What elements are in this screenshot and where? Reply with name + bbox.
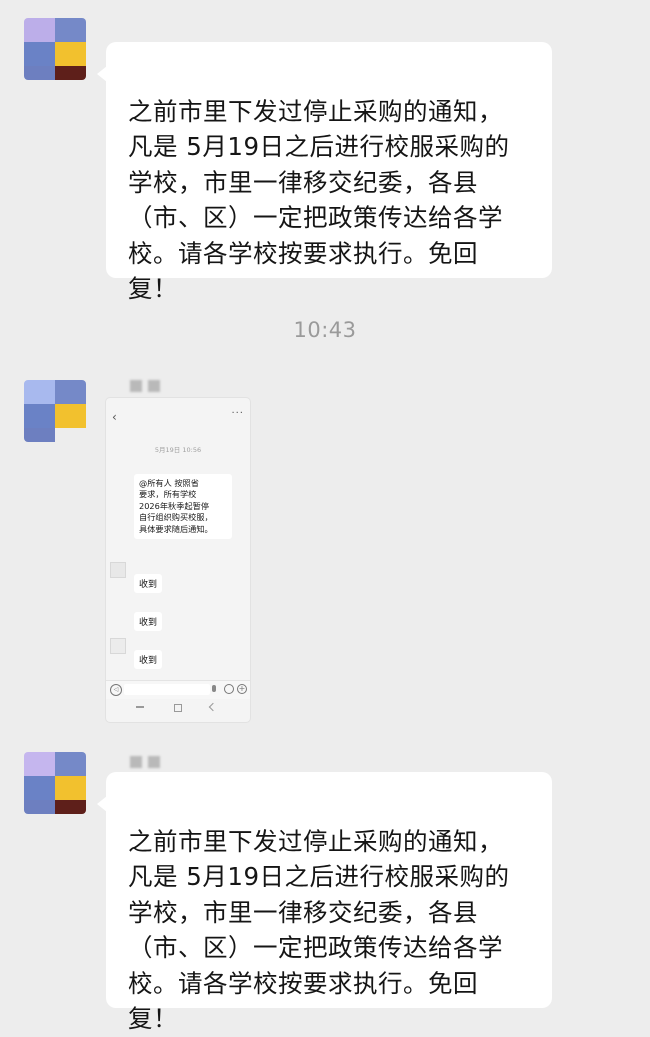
sender-name-blurred [130,756,160,768]
screenshot-input-field [124,684,210,695]
image-message[interactable]: ‹ ··· 5月19日 10:56 @所有人 按照省 要求，所有学校 2026年… [106,398,250,722]
screenshot-notice-bubble: @所有人 按照省 要求，所有学校 2026年秋季起暂停 自行组织购买校服， 具体… [134,474,232,540]
message-bubble[interactable]: 之前市里下发过停止采购的通知， 凡是 5月19日之后进行校服采购的 学校，市里一… [97,772,552,1033]
message-timestamp: 10:43 [293,318,357,342]
nav-menu-icon [136,706,144,708]
emoji-icon [224,684,234,694]
avatar[interactable] [24,752,86,814]
screenshot-avatar [110,638,126,654]
screenshot-timestamp: 5月19日 10:56 [154,446,202,454]
screenshot-reply: 收到 [134,650,163,669]
mic-icon [212,685,216,692]
message-text: 之前市里下发过停止采购的通知， 凡是 5月19日之后进行校服采购的 学校，市里一… [128,96,510,304]
sender-name-blurred [130,380,160,392]
message-bubble[interactable]: 之前市里下发过停止采购的通知， 凡是 5月19日之后进行校服采购的 学校，市里一… [97,42,552,303]
screenshot-reply: 收到 [134,574,163,593]
screenshot-reply: 收到 [134,612,163,631]
plus-icon: + [237,684,247,694]
avatar[interactable] [24,380,86,442]
message-text: 之前市里下发过停止采购的通知， 凡是 5月19日之后进行校服采购的 学校，市里一… [128,826,510,1034]
screenshot-nav-bar [106,702,250,716]
screenshot-avatar [110,604,126,620]
screenshot-topbar: ‹ ··· [106,408,250,426]
voice-icon: ◁ [110,684,122,696]
screenshot-input-bar: ◁ + [106,680,250,699]
back-icon: ‹ [112,410,117,424]
nav-home-icon [174,704,182,712]
more-icon: ··· [231,408,244,419]
avatar[interactable] [24,18,86,80]
nav-back-icon [208,702,218,712]
screenshot-avatar [110,562,126,578]
